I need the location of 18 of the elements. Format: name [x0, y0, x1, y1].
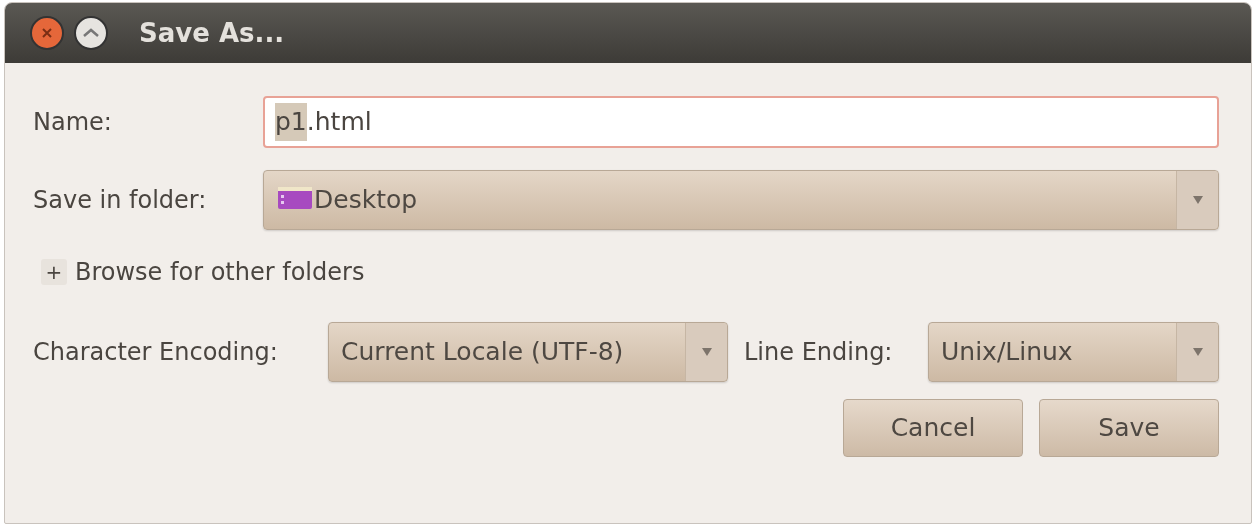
dropdown-arrow-icon	[1191, 195, 1204, 205]
dropdown-arrow-icon	[1191, 347, 1204, 357]
name-field[interactable]: p1.html	[263, 96, 1219, 148]
expander-icon[interactable]: +	[41, 259, 67, 285]
maximize-icon[interactable]	[73, 15, 109, 51]
expander-label[interactable]: Browse for other folders	[75, 254, 365, 290]
folder-dropdown[interactable]: Desktop	[263, 170, 1219, 230]
dialog-button[interactable]: Save	[1039, 399, 1219, 457]
window-title: Save As...	[139, 16, 285, 50]
field-label: Save in folder:	[33, 185, 208, 216]
dialog-button[interactable]: Cancel	[843, 399, 1023, 457]
field-label: Line Ending:	[744, 337, 894, 368]
close-icon[interactable]	[29, 15, 65, 51]
field-label: Character Encoding:	[33, 337, 279, 368]
dropdown-arrow-icon	[700, 347, 713, 357]
line-ending-dropdown[interactable]: Unix/Linux	[928, 322, 1219, 382]
encoding-dropdown[interactable]: Current Locale (UTF-8)	[328, 322, 728, 382]
field-label: Name:	[33, 107, 113, 138]
